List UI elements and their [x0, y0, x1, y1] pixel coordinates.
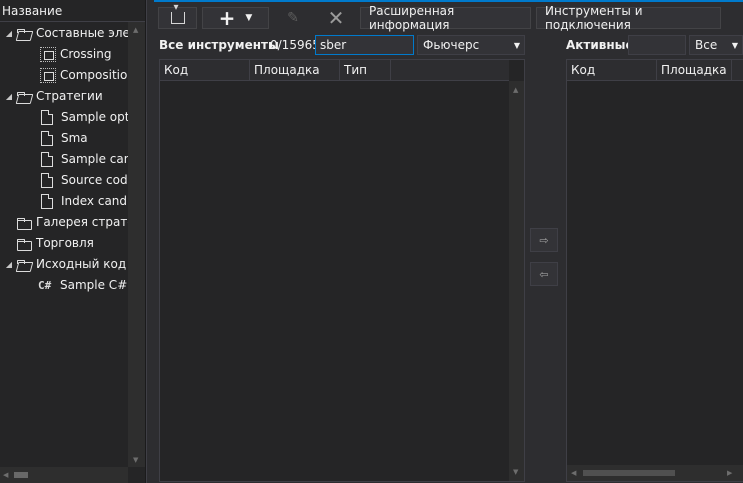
tree-horizontal-scrollbar[interactable]: ◀ [0, 467, 128, 483]
active-filter-value: Все [695, 38, 718, 52]
active-instruments-grid: Код Площадка ◀ ▶ [566, 59, 743, 482]
folder-open-icon [16, 91, 32, 103]
extended-info-button[interactable]: Расширенная информация [360, 4, 531, 32]
tree-column-header[interactable]: Название [0, 0, 145, 22]
scroll-left-icon[interactable]: ◀ [3, 472, 8, 479]
add-dropdown-button[interactable]: + ▼ [202, 7, 269, 29]
import-button[interactable] [158, 2, 197, 29]
pencil-icon: ✎ [287, 10, 299, 26]
column-header-code[interactable]: Код [160, 60, 250, 81]
expanded-arrow-icon[interactable]: ◢ [2, 254, 16, 275]
arrow-right-icon: ⇨ [539, 233, 549, 247]
instrument-type-select[interactable]: Фьючерс ▼ [417, 35, 525, 55]
folder-icon [16, 217, 32, 230]
tray-download-icon [170, 2, 185, 24]
edit-button[interactable]: ✎ [274, 7, 312, 29]
tree-item-sma[interactable]: Sma [41, 128, 88, 149]
scroll-down-icon[interactable]: ▼ [133, 457, 138, 464]
instruments-count: 0/15965 [270, 38, 320, 52]
composition-icon [40, 68, 56, 83]
tools-connections-button[interactable]: Инструменты и подключения [536, 4, 721, 32]
folder-icon [16, 238, 32, 251]
scroll-down-icon[interactable]: ▼ [513, 469, 518, 476]
scroll-thumb[interactable] [14, 472, 28, 478]
tree-item-source-code[interactable]: Source code [41, 170, 128, 191]
instrument-search-input[interactable] [315, 35, 414, 55]
tree-vertical-scrollbar[interactable]: ▲ ▼ [128, 22, 145, 467]
scroll-up-icon[interactable]: ▲ [513, 87, 518, 94]
column-header-code[interactable]: Код [567, 60, 657, 81]
column-header-exchange[interactable]: Площадка [250, 60, 340, 81]
tree-item-sample-option[interactable]: Sample optic [41, 107, 128, 128]
strategy-tree-panel: Название ◢ Составные элем Crossing Compo… [0, 0, 146, 483]
tree-item-trading[interactable]: Торговля [2, 233, 94, 254]
grid-header: Код Площадка [567, 60, 743, 81]
chevron-down-icon: ▼ [245, 13, 253, 23]
tree-item-composition[interactable]: Composition [40, 65, 128, 86]
tree-item-composite-elements[interactable]: ◢ Составные элем [2, 23, 128, 44]
panel-splitter[interactable] [146, 0, 154, 483]
active-search-input[interactable] [628, 35, 686, 55]
scroll-left-icon[interactable]: ◀ [571, 470, 576, 477]
grid-header: Код Площадка Тип [160, 60, 509, 81]
chevron-down-icon: ▼ [731, 41, 738, 50]
document-icon [41, 152, 53, 167]
tree-item-strategies[interactable]: ◢ Стратегии [2, 86, 103, 107]
tree-item-strategy-gallery[interactable]: Галерея стратег [2, 212, 128, 233]
document-icon [41, 194, 53, 209]
all-instruments-grid: Код Площадка Тип ▲ ▼ [159, 59, 525, 482]
all-instruments-label: Все инструменты [159, 38, 279, 52]
add-to-active-button[interactable]: ⇨ [530, 228, 558, 252]
delete-button[interactable]: ✕ [317, 7, 355, 29]
folder-open-icon [16, 259, 32, 271]
tree-item-source-code-folder[interactable]: ◢ Исходный код [2, 254, 126, 275]
remove-from-active-button[interactable]: ⇦ [530, 262, 558, 286]
document-icon [41, 110, 53, 125]
tree-body: ◢ Составные элем Crossing Composition ◢ … [0, 22, 128, 467]
active-instruments-label: Активные [566, 38, 634, 52]
tree-item-sample-candles[interactable]: Sample cand [41, 149, 128, 170]
tree-item-sample-csharp[interactable]: C# Sample C# c [38, 275, 128, 296]
grid-horizontal-scrollbar[interactable]: ◀ ▶ [567, 465, 743, 481]
scroll-right-icon[interactable]: ▶ [727, 470, 732, 477]
folder-open-icon [16, 28, 32, 40]
document-icon [41, 131, 53, 146]
csharp-icon: C# [38, 279, 52, 292]
active-filter-select[interactable]: Все ▼ [689, 35, 743, 55]
scroll-up-icon[interactable]: ▲ [133, 27, 138, 34]
tree-item-index-candle[interactable]: Index candle [41, 191, 128, 212]
expanded-arrow-icon[interactable]: ◢ [2, 23, 16, 44]
tree-item-crossing[interactable]: Crossing [40, 44, 111, 65]
expanded-arrow-icon[interactable]: ◢ [2, 86, 16, 107]
arrow-left-icon: ⇦ [539, 267, 549, 281]
column-header-type[interactable]: Тип [340, 60, 391, 81]
close-icon: ✕ [327, 6, 345, 30]
chevron-down-icon: ▼ [513, 41, 520, 50]
grid-vertical-scrollbar[interactable]: ▲ ▼ [509, 81, 524, 481]
plus-icon: + [218, 6, 236, 30]
active-tab-accent [154, 0, 743, 2]
scroll-thumb[interactable] [583, 470, 675, 476]
column-header-exchange[interactable]: Площадка [657, 60, 732, 81]
instrument-type-value: Фьючерс [423, 38, 480, 52]
composition-icon [40, 47, 56, 62]
document-icon [41, 173, 53, 188]
